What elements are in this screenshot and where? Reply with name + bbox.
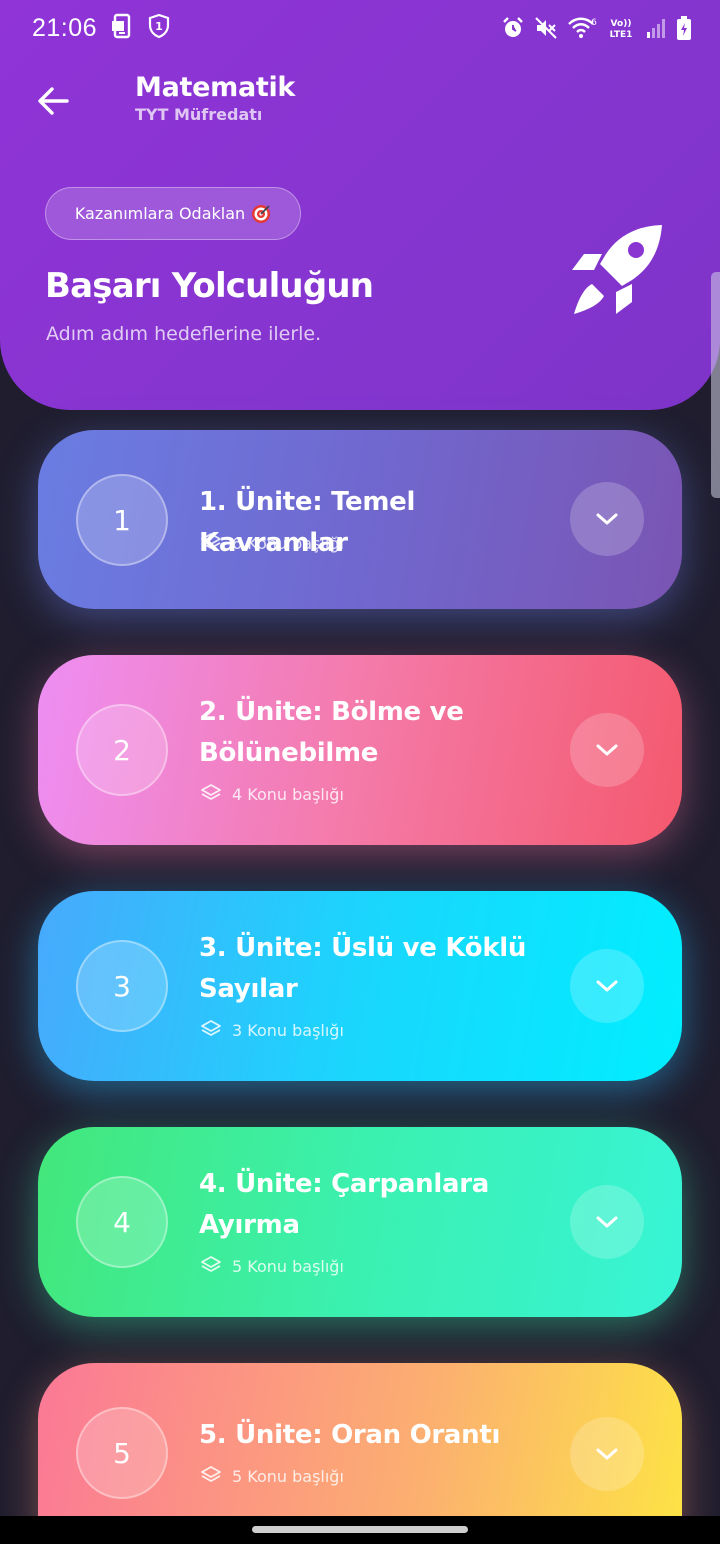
expand-button[interactable] bbox=[570, 1417, 644, 1491]
volte-icon: Vo)) LTE1 bbox=[606, 16, 636, 40]
status-left: 21:06 1 bbox=[32, 13, 171, 43]
header-banner: Matematik TYT Müfredatı Kazanımlara Odak… bbox=[0, 0, 720, 410]
scrollbar[interactable] bbox=[711, 272, 720, 498]
home-gesture-handle[interactable] bbox=[252, 1526, 468, 1533]
arrow-left-icon bbox=[38, 87, 69, 115]
chevron-down-icon bbox=[596, 1448, 618, 1460]
focus-chip[interactable]: Kazanımlara Odaklan bbox=[45, 187, 301, 240]
status-bar: 21:06 1 6 Vo)) LTE1 bbox=[0, 0, 720, 56]
unit-meta: 3 Konu başlığı bbox=[200, 1019, 344, 1041]
layers-icon bbox=[201, 533, 221, 549]
unit-number-badge: 4 bbox=[76, 1176, 168, 1268]
signal-icon bbox=[645, 16, 667, 40]
chevron-down-icon bbox=[596, 744, 618, 756]
svg-text:Vo)): Vo)) bbox=[611, 19, 632, 29]
target-icon bbox=[251, 204, 271, 224]
unit-card[interactable]: 4 4. Ünite: Çarpanlara Ayırma 5 Konu baş… bbox=[38, 1127, 682, 1317]
svg-text:6: 6 bbox=[591, 18, 597, 28]
unit-number-badge: 3 bbox=[76, 940, 168, 1032]
svg-text:1: 1 bbox=[155, 20, 163, 33]
unit-topic-count: 5 Konu başlığı bbox=[232, 1256, 344, 1276]
rocket-icon bbox=[566, 222, 666, 320]
unit-meta: 4 Konu başlığı bbox=[200, 783, 344, 805]
title-block: Matematik TYT Müfredatı bbox=[135, 72, 295, 124]
unit-title: 5. Ünite: Oran Orantı bbox=[199, 1420, 501, 1450]
alarm-icon bbox=[501, 16, 525, 40]
expand-button[interactable] bbox=[570, 482, 644, 556]
unit-topic-count: 5 Konu başlığı bbox=[232, 1466, 344, 1486]
layers-icon bbox=[201, 784, 221, 800]
unit-title: 2. Ünite: Bölme ve Bölünebilme bbox=[199, 697, 464, 768]
unit-card[interactable]: 1 1. Ünite: Temel Kavramlar 6 Konu başlı… bbox=[38, 430, 682, 609]
unit-card[interactable]: 2 2. Ünite: Bölme ve Bölünebilme 4 Konu … bbox=[38, 655, 682, 845]
top-app-bar: Matematik TYT Müfredatı bbox=[0, 70, 720, 134]
unit-number-badge: 2 bbox=[76, 704, 168, 796]
unit-title: 4. Ünite: Çarpanlara Ayırma bbox=[199, 1169, 490, 1240]
layers-icon bbox=[201, 1256, 221, 1272]
unit-card[interactable]: 3 3. Ünite: Üslü ve Köklü Sayılar 3 Konu… bbox=[38, 891, 682, 1081]
expand-button[interactable] bbox=[570, 713, 644, 787]
battery-charging-icon bbox=[676, 15, 692, 41]
hero-subtitle: Adım adım hedeflerine ilerle. bbox=[46, 323, 322, 345]
layers-icon bbox=[201, 1020, 221, 1036]
chevron-down-icon bbox=[596, 980, 618, 992]
hero-title: Başarı Yolculuğun bbox=[45, 266, 374, 306]
expand-button[interactable] bbox=[570, 949, 644, 1023]
mute-icon bbox=[534, 16, 558, 40]
page-subtitle: TYT Müfredatı bbox=[135, 105, 263, 124]
chevron-down-icon bbox=[596, 1216, 618, 1228]
unit-number-badge: 5 bbox=[76, 1407, 168, 1499]
unit-topic-count: 3 Konu başlığı bbox=[232, 1020, 344, 1040]
unit-topic-count: 6 Konu başlığı bbox=[232, 533, 344, 553]
unit-meta: 5 Konu başlığı bbox=[200, 1255, 344, 1277]
unit-meta: 6 Konu başlığı bbox=[200, 532, 344, 554]
page-title: Matematik bbox=[135, 72, 296, 103]
unit-number-badge: 1 bbox=[76, 474, 168, 566]
unit-topic-count: 4 Konu başlığı bbox=[232, 784, 344, 804]
wifi-icon: 6 bbox=[567, 16, 597, 40]
layers-icon bbox=[201, 1466, 221, 1482]
status-right: 6 Vo)) LTE1 bbox=[501, 15, 692, 41]
unit-title: 3. Ünite: Üslü ve Köklü Sayılar bbox=[199, 933, 527, 1004]
chevron-down-icon bbox=[596, 513, 618, 525]
status-time: 21:06 bbox=[32, 13, 98, 42]
unit-meta: 5 Konu başlığı bbox=[200, 1465, 344, 1487]
notification-app-icon bbox=[109, 13, 135, 43]
focus-chip-label: Kazanımlara Odaklan bbox=[74, 204, 246, 223]
vpn-shield-icon: 1 bbox=[147, 13, 171, 43]
system-nav-bar bbox=[0, 1516, 720, 1544]
back-button[interactable] bbox=[30, 78, 76, 124]
svg-text:LTE1: LTE1 bbox=[610, 30, 633, 40]
expand-button[interactable] bbox=[570, 1185, 644, 1259]
